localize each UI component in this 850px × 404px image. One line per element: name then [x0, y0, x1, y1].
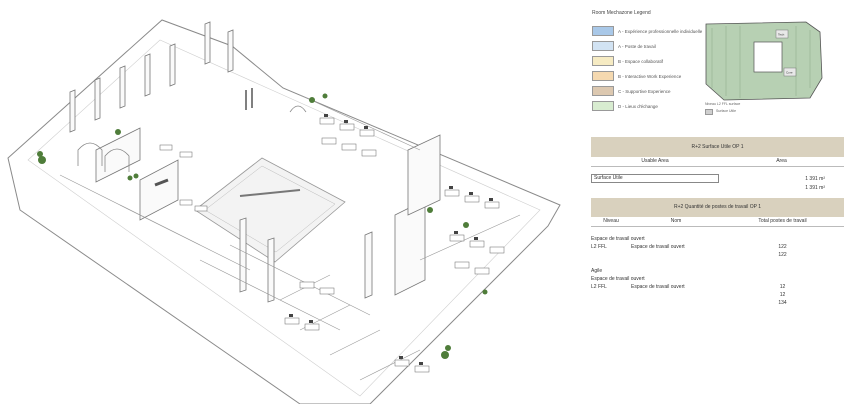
legend-swatch — [592, 86, 614, 96]
workstation-table: R+2 Quantité de postes de travail OP 1 N… — [591, 198, 844, 307]
legend-label: D - Lieux d'échange — [618, 103, 658, 109]
row-label: Surface Utile — [591, 174, 719, 183]
legend-item-c: C - Supportive Experience — [592, 86, 671, 96]
group-header: Espace de travail ouvert — [591, 236, 645, 242]
col-header: Area — [776, 158, 787, 164]
mini-plan-legend-swatch — [705, 109, 713, 115]
legend-swatch — [592, 101, 614, 111]
legend-swatch — [592, 71, 614, 81]
mini-plan-core — [753, 41, 783, 73]
col-header: Niveau — [603, 218, 619, 224]
isometric-floor-plan — [7, 19, 561, 404]
legend-label: B - Interactive Work Experience — [618, 73, 682, 79]
mini-plan-label: Tech — [778, 33, 785, 37]
col-header: Nom — [670, 218, 682, 224]
legend-label: A - Expérience professionnelle individue… — [618, 28, 703, 34]
legend-swatch — [592, 56, 614, 66]
row-value: 1 391 m² — [805, 175, 825, 182]
legend-item-b1: B - Espace collaboratif — [592, 56, 663, 66]
legend-label: B - Espace collaboratif — [618, 58, 664, 64]
col-header: Total postes de travail — [758, 218, 807, 224]
grand-total-row: 134 — [778, 300, 787, 306]
workstation-table-header: Niveau Nom Total postes de travail — [591, 217, 844, 227]
table-row: L2 FFL Espace de travail ouvert 122 — [591, 244, 787, 250]
subtotal-row: 12 — [779, 292, 786, 298]
legend-item-a1: A - Expérience professionnelle individue… — [592, 26, 702, 36]
legend-label: C - Supportive Experience — [618, 88, 671, 94]
legend-item-a2: A - Poste de travail — [592, 41, 656, 51]
legend-title: Room Mechazone Legend — [592, 10, 651, 16]
mini-plan-legend-title: Niveau L2 FFL surface — [705, 102, 741, 106]
group-header: Agile — [591, 268, 603, 274]
total-value: 1 391 m² — [805, 184, 825, 191]
table-total-row: 1 391 m² — [591, 183, 844, 192]
legend-swatch — [592, 26, 614, 36]
table-row: Surface Utile 1 391 m² — [591, 174, 844, 183]
legend-label: A - Poste de travail — [618, 43, 656, 49]
legend-item-d: D - Lieux d'échange — [592, 101, 658, 111]
legend-item-b2: B - Interactive Work Experience — [592, 71, 681, 81]
legend-swatch — [592, 41, 614, 51]
subgroup-header: Espace de travail ouvert — [591, 276, 645, 282]
surface-table-title: R+2 Surface Utile OP 1 — [591, 137, 844, 157]
table-row: L2 FFL Espace de travail ouvert 12 — [591, 284, 786, 290]
mini-plan-legend-label: Surface Utile — [716, 109, 737, 113]
col-header: Usable Area — [641, 158, 669, 164]
mini-floor-plan: Tech Core — [705, 21, 823, 101]
workstation-table-title: R+2 Quantité de postes de travail OP 1 — [591, 198, 844, 217]
surface-table-header: Usable Area Area — [591, 157, 844, 167]
subtotal-row: 122 — [778, 252, 787, 258]
mini-plan-label: Core — [786, 71, 793, 75]
surface-table: R+2 Surface Utile OP 1 Usable Area Area … — [591, 137, 844, 192]
